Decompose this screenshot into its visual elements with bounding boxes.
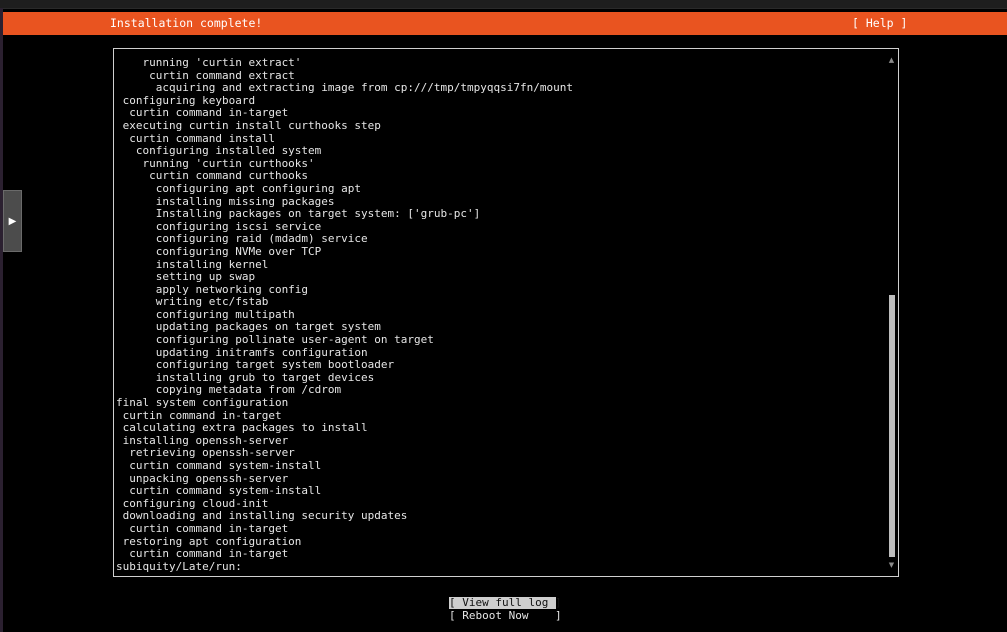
window-left-edge — [0, 8, 3, 632]
header-bar: Installation complete! [ Help ] — [3, 12, 1007, 35]
window-top-strip — [0, 0, 1007, 9]
log-line: writing etc/fstab — [116, 295, 269, 309]
log-line: configuring apt configuring apt — [116, 181, 362, 195]
install-log-panel[interactable]: running 'curtin extract' curtin command … — [113, 48, 899, 577]
log-line: setting up swap — [116, 270, 256, 284]
scroll-down-arrow-icon[interactable]: ▼ — [887, 560, 896, 570]
scrollbar-thumb[interactable] — [889, 295, 895, 557]
log-line: acquiring and extracting image from cp:/… — [116, 81, 573, 95]
log-line: curtin command in-target — [116, 521, 289, 535]
log-line: curtin command in-target — [116, 547, 289, 561]
log-line: subiquity/Late/run: — [116, 559, 242, 573]
log-line: curtin command system-install — [116, 484, 322, 498]
log-line: configuring target system bootloader — [116, 358, 395, 372]
log-line: executing curtin install curthooks step — [116, 118, 381, 132]
help-button[interactable]: [ Help ] — [852, 12, 907, 35]
log-line: configuring pollinate user-agent on targ… — [116, 333, 434, 347]
install-log-lines: running 'curtin extract' curtin command … — [116, 56, 573, 573]
log-line: running 'curtin extract' — [116, 56, 302, 69]
log-line: configuring NVMe over TCP — [116, 244, 322, 258]
log-line: Installing packages on target system: ['… — [116, 207, 481, 221]
view-full-log-button[interactable]: [ View full log ] — [449, 597, 562, 609]
play-arrow-icon: ▶ — [8, 215, 17, 227]
page-title: Installation complete! — [110, 16, 263, 30]
scroll-up-arrow-icon[interactable]: ▲ — [887, 55, 896, 65]
side-panel-toggle[interactable]: ▶ — [3, 190, 22, 252]
log-line: final system configuration — [116, 396, 289, 410]
log-line: curtin command system-install — [116, 459, 322, 472]
log-line: calculating extra packages to install — [116, 421, 368, 435]
log-line: configuring installed system — [116, 144, 322, 158]
log-scrollbar[interactable]: ▲ ▼ — [887, 55, 896, 570]
reboot-now-button[interactable]: [ Reboot Now ] — [449, 610, 562, 622]
